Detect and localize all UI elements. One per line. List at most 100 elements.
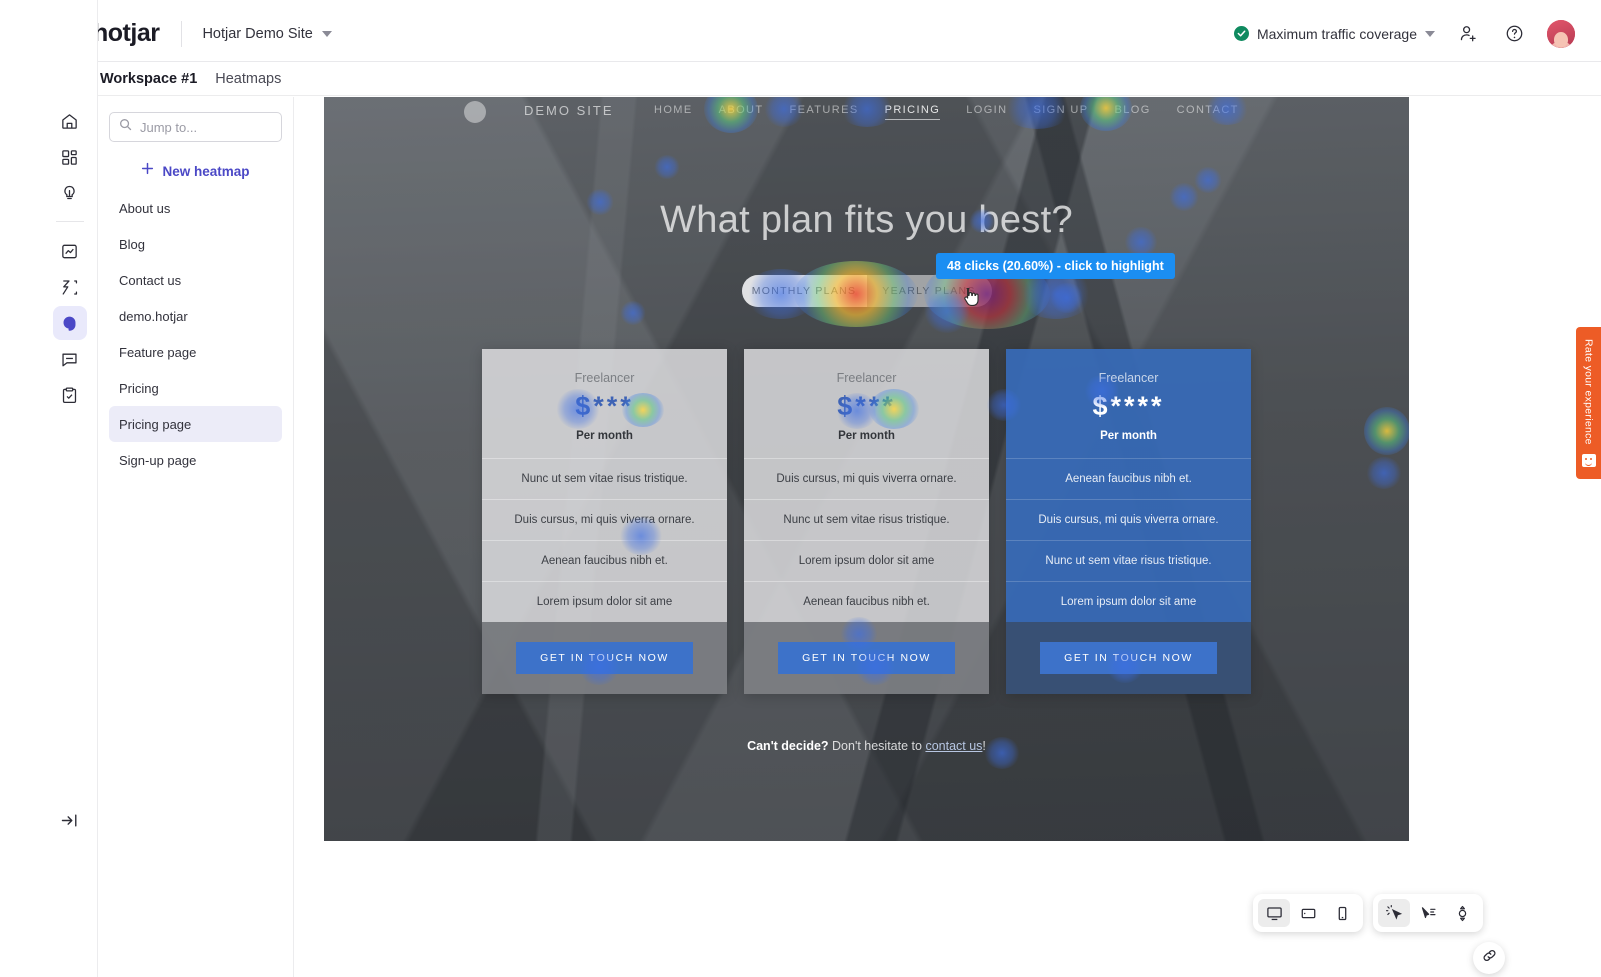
list-item-label: Pricing page <box>119 416 192 432</box>
get-in-touch-button[interactable]: GET IN TOUCH NOW <box>1040 642 1217 674</box>
plus-icon <box>141 162 154 180</box>
card-feature: Duis cursus, mi quis viverra ornare. <box>744 458 989 499</box>
nav-link-blog[interactable]: BLOG <box>1114 104 1150 120</box>
tablet-icon[interactable] <box>1292 899 1324 927</box>
toggle-monthly[interactable]: MONTHLY PLANS <box>741 275 867 307</box>
heatmap-canvas: DEMO SITE HOME ABOUT FEATURES PRICING LO… <box>294 97 1601 977</box>
rail-item-heatmaps[interactable] <box>52 306 87 340</box>
cant-decide-bold: Can't decide? <box>747 739 829 753</box>
rail-divider <box>55 221 84 222</box>
search-icon <box>119 118 132 136</box>
rate-experience-tab[interactable]: Rate your experience <box>1576 327 1601 479</box>
list-item[interactable]: Feature page <box>109 334 282 370</box>
move-map-icon[interactable] <box>1412 899 1444 927</box>
nav-link-pricing[interactable]: PRICING <box>884 104 941 120</box>
nav-link-about[interactable]: ABOUT <box>719 104 764 120</box>
get-in-touch-button[interactable]: GET IN TOUCH NOW <box>516 642 693 674</box>
get-in-touch-button[interactable]: GET IN TOUCH NOW <box>778 642 955 674</box>
list-item[interactable]: Sign-up page <box>109 442 282 478</box>
nav-link-signup[interactable]: SIGN UP <box>1033 104 1088 120</box>
card-feature: Lorem ipsum dolor sit ame <box>1006 581 1251 622</box>
card-period: Per month <box>576 430 633 442</box>
search-box[interactable] <box>109 112 282 142</box>
list-item-selected[interactable]: Pricing page <box>109 406 282 442</box>
contact-us-link[interactable]: contact us <box>925 739 982 753</box>
divider <box>181 20 183 47</box>
cant-decide-line: Can't decide? Don't hesitate to contact … <box>324 739 1409 753</box>
nav-link-contact[interactable]: CONTACT <box>1177 104 1239 120</box>
page-preview-viewport[interactable]: DEMO SITE HOME ABOUT FEATURES PRICING LO… <box>324 97 1409 841</box>
card-header: Freelancer $*** Per month <box>744 349 989 458</box>
scroll-map-icon[interactable] <box>1446 899 1478 927</box>
check-circle-icon <box>1233 26 1249 41</box>
hero-title: What plan fits you best? <box>660 199 1073 241</box>
heatmap-list: About us Blog Contact us demo.hotjar Fea… <box>109 190 282 478</box>
hotjar-wordmark: hotjar <box>93 19 160 47</box>
list-item-label: About us <box>119 200 171 216</box>
mobile-icon[interactable] <box>1326 899 1358 927</box>
demo-site-logo-icon <box>464 101 486 123</box>
device-switcher <box>1253 894 1363 932</box>
map-mode-switcher <box>1373 894 1483 932</box>
site-name: Hotjar Demo Site <box>202 25 313 42</box>
card-feature: Nunc ut sem vitae risus tristique. <box>744 499 989 540</box>
nav-link-home[interactable]: HOME <box>654 104 693 120</box>
preview-nav-links: HOME ABOUT FEATURES PRICING LOGIN SIGN U… <box>654 104 1239 120</box>
desktop-icon[interactable] <box>1258 899 1290 927</box>
help-circle-icon[interactable] <box>1501 21 1527 47</box>
list-item-label: Pricing <box>119 380 159 396</box>
smiley-icon <box>1581 453 1596 467</box>
card-header: Freelancer $**** Per month <box>1006 349 1251 458</box>
breadcrumb-workspace[interactable]: Workspace #1 <box>100 71 197 87</box>
share-link-button[interactable] <box>1473 942 1505 974</box>
rail-item-surveys[interactable] <box>53 378 87 412</box>
site-selector[interactable]: Hotjar Demo Site <box>202 25 332 42</box>
pricing-card[interactable]: Freelancer $*** Per month Duis cursus, m… <box>744 349 989 694</box>
traffic-coverage-label: Maximum traffic coverage <box>1256 25 1417 42</box>
card-feature: Duis cursus, mi quis viverra ornare. <box>1006 499 1251 540</box>
search-input[interactable] <box>140 119 272 135</box>
card-header: Freelancer $*** Per month <box>482 349 727 458</box>
list-item-label: Sign-up page <box>119 452 197 468</box>
avatar[interactable] <box>1547 19 1575 48</box>
breadcrumb-section[interactable]: Heatmaps <box>215 71 281 87</box>
list-item[interactable]: Contact us <box>109 262 282 298</box>
rail-item-feedback[interactable] <box>53 342 87 376</box>
rail-item-recordings[interactable] <box>53 270 87 304</box>
pricing-card-featured[interactable]: Freelancer $**** Per month Aenean faucib… <box>1006 349 1251 694</box>
card-feature: Aenean faucibus nibh et. <box>1006 458 1251 499</box>
window-gutter <box>0 0 42 977</box>
new-heatmap-button[interactable]: New heatmap <box>109 152 282 190</box>
card-cta-area: GET IN TOUCH NOW <box>482 622 727 694</box>
list-item[interactable]: About us <box>109 190 282 226</box>
list-item[interactable]: Pricing <box>109 370 282 406</box>
add-user-icon[interactable] <box>1455 21 1481 47</box>
nav-link-features[interactable]: FEATURES <box>790 104 859 120</box>
rail-item-home[interactable] <box>53 104 87 138</box>
card-feature: Nunc ut sem vitae risus tristique. <box>482 458 727 499</box>
rail-item-dashboard[interactable] <box>53 140 87 174</box>
rail-item-insights[interactable] <box>53 176 87 210</box>
list-item[interactable]: demo.hotjar <box>109 298 282 334</box>
new-heatmap-label: New heatmap <box>162 163 250 179</box>
expand-panel-icon[interactable] <box>53 803 87 837</box>
list-item[interactable]: Blog <box>109 226 282 262</box>
pricing-card[interactable]: Freelancer $*** Per month Nunc ut sem vi… <box>482 349 727 694</box>
cursor-pointer-icon <box>962 287 980 312</box>
card-price: $*** <box>837 391 896 421</box>
list-item-label: Blog <box>119 236 146 252</box>
nav-link-login[interactable]: LOGIN <box>966 104 1007 120</box>
card-price: $*** <box>575 391 634 421</box>
click-map-icon[interactable] <box>1378 899 1410 927</box>
rail-item-trends[interactable] <box>53 234 87 268</box>
traffic-coverage-selector[interactable]: Maximum traffic coverage <box>1233 25 1435 42</box>
demo-site-brand: DEMO SITE <box>524 103 614 118</box>
cant-decide-text: Don't hesitate to <box>828 739 926 753</box>
list-item-label: demo.hotjar <box>119 308 188 324</box>
card-feature: Nunc ut sem vitae risus tristique. <box>1006 540 1251 581</box>
card-feature: Aenean faucibus nibh et. <box>744 581 989 622</box>
card-cta-area: GET IN TOUCH NOW <box>744 622 989 694</box>
cant-decide-tail: ! <box>982 739 986 753</box>
plan-billing-toggle[interactable]: MONTHLY PLANS YEARLY PLANS <box>741 275 992 307</box>
chevron-down-icon <box>1425 30 1435 37</box>
